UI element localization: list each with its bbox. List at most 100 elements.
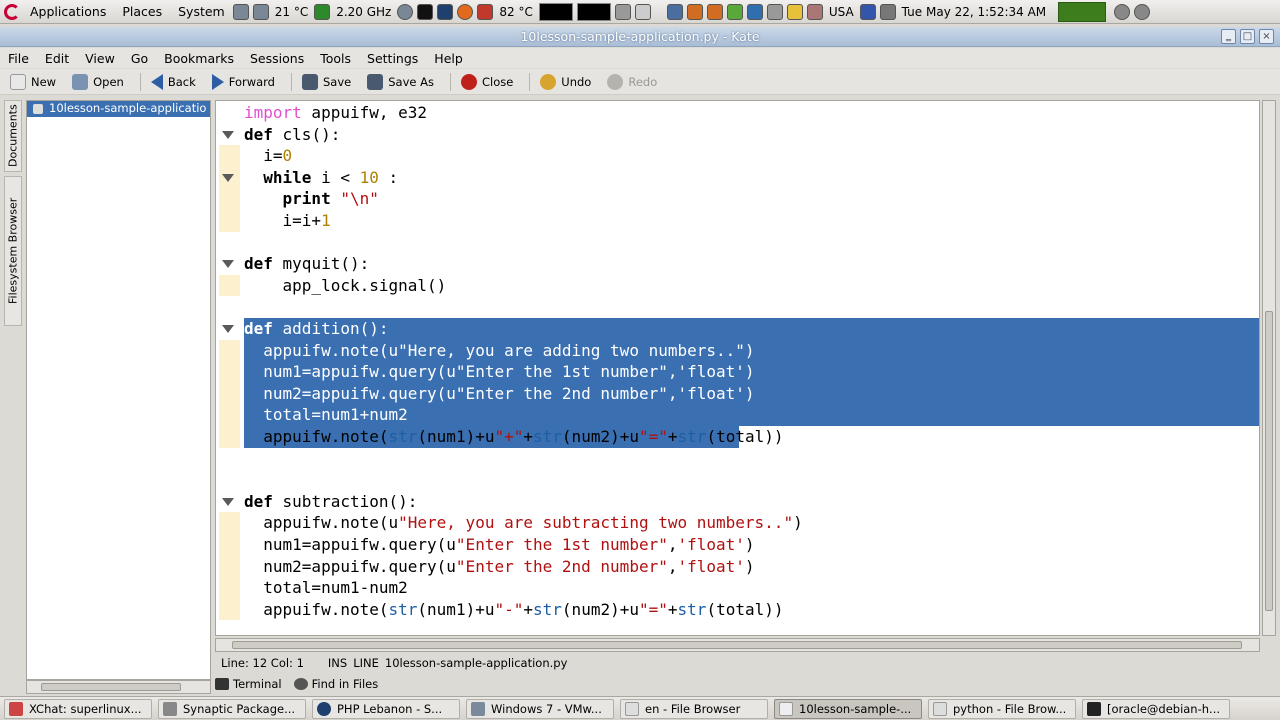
code-line[interactable]: def cls(): — [244, 124, 340, 146]
pdf-icon[interactable] — [477, 3, 494, 20]
tools-icon[interactable] — [686, 3, 703, 20]
window-titlebar[interactable]: 10lesson-sample-application.py - Kate ‗ … — [0, 27, 1280, 47]
task-file-browser-en[interactable]: en - File Browser — [620, 698, 768, 719]
settings-icon[interactable] — [1114, 3, 1131, 20]
menu-tools[interactable]: Tools — [312, 51, 359, 66]
editor-horizontal-scrollbar[interactable] — [215, 638, 1260, 652]
code-line[interactable]: appuifw.note(str(num1)+u"-"+str(num2)+u"… — [244, 599, 783, 621]
code-line[interactable]: num1=appuifw.query(u"Enter the 1st numbe… — [244, 534, 754, 556]
save-as-button[interactable]: Save As — [367, 73, 434, 90]
tab-terminal[interactable]: Terminal — [215, 677, 282, 691]
menu-file[interactable]: File — [0, 51, 37, 66]
display-icon[interactable] — [766, 3, 783, 20]
tab-find-in-files[interactable]: Find in Files — [293, 677, 378, 691]
edit-icon[interactable] — [634, 3, 651, 20]
menu-bookmarks[interactable]: Bookmarks — [156, 51, 242, 66]
task-kate[interactable]: 10lesson-sample-... — [774, 698, 922, 719]
code-line[interactable]: i=0 — [244, 145, 292, 167]
code-line[interactable]: appuifw.note(str(num1)+u"+"+str(num2)+u"… — [244, 426, 783, 448]
selection-mode[interactable]: LINE — [353, 656, 379, 670]
volume-icon[interactable] — [614, 3, 631, 20]
insert-mode[interactable]: INS — [328, 656, 347, 670]
fold-toggle-icon[interactable] — [222, 260, 234, 269]
task-vmware[interactable]: Windows 7 - VMw... — [466, 698, 614, 719]
editor-vertical-scrollbar[interactable] — [1262, 100, 1276, 636]
browser-icon[interactable] — [437, 3, 454, 20]
bluetooth-icon[interactable] — [859, 3, 876, 20]
debian-logo-icon[interactable] — [4, 3, 20, 20]
menu-sessions[interactable]: Sessions — [242, 51, 312, 66]
update-icon[interactable] — [726, 3, 743, 20]
notes-icon[interactable] — [786, 3, 803, 20]
fold-toggle-icon[interactable] — [222, 325, 234, 333]
task-synaptic[interactable]: Synaptic Package... — [158, 698, 306, 719]
minimize-button[interactable]: ‗ — [1221, 29, 1236, 44]
document-list-scrollbar[interactable] — [26, 680, 211, 694]
document-item[interactable]: 10lesson-sample-applicatio — [27, 101, 210, 117]
applications-menu[interactable]: Applications — [20, 0, 112, 24]
forward-button[interactable]: Forward — [211, 73, 275, 90]
places-menu[interactable]: Places — [112, 0, 168, 24]
system-menu[interactable]: System — [168, 0, 231, 24]
menu-go[interactable]: Go — [123, 51, 156, 66]
scrollbar-thumb[interactable] — [41, 683, 181, 691]
menu-settings[interactable]: Settings — [359, 51, 426, 66]
code-line[interactable]: i=i+1 — [244, 210, 331, 232]
keyboard-layout[interactable]: USA — [829, 5, 854, 19]
fold-toggle-icon[interactable] — [222, 173, 234, 182]
kate-icon — [779, 701, 793, 716]
save-button[interactable]: Save — [301, 73, 351, 90]
code-line[interactable]: def subtraction(): — [244, 491, 417, 513]
terminal-icon — [215, 678, 229, 690]
code-line[interactable]: total=num1-num2 — [244, 577, 408, 599]
window-icon[interactable] — [666, 3, 683, 20]
globe-icon[interactable] — [397, 3, 414, 20]
task-file-browser-python[interactable]: python - File Brow... — [928, 698, 1076, 719]
code-line[interactable]: total=num1+num2 — [244, 404, 408, 426]
code-line[interactable]: import appuifw, e32 — [244, 102, 427, 124]
alarm-icon[interactable] — [806, 3, 823, 20]
code-line[interactable]: while i < 10 : — [244, 167, 398, 189]
workspace-switcher[interactable] — [1058, 1, 1107, 22]
menu-help[interactable]: Help — [426, 51, 471, 66]
menu-view[interactable]: View — [77, 51, 123, 66]
tools2-icon[interactable] — [706, 3, 723, 20]
task-php-lebanon[interactable]: PHP Lebanon - S... — [312, 698, 460, 719]
code-line[interactable]: num2=appuifw.query(u"Enter the 2nd numbe… — [244, 556, 754, 578]
code-line[interactable]: def addition(): — [244, 318, 389, 340]
network-icon[interactable] — [232, 3, 249, 20]
open-button[interactable]: Open — [72, 73, 124, 90]
code-line[interactable]: appuifw.note(u"Here, you are subtracting… — [244, 512, 802, 534]
scrollbar-thumb[interactable] — [232, 641, 1242, 649]
tab-documents[interactable]: Documents — [4, 100, 22, 172]
redo-button[interactable]: Redo — [607, 73, 657, 90]
menu-edit[interactable]: Edit — [37, 51, 77, 66]
cpu-freq-icon[interactable] — [314, 3, 331, 20]
firefox-icon[interactable] — [457, 3, 474, 20]
close-button[interactable]: Close — [460, 73, 513, 90]
task-terminal[interactable]: [oracle@debian-h... — [1082, 698, 1230, 719]
maximize-button[interactable]: □ — [1240, 29, 1255, 44]
clock[interactable]: Tue May 22, 1:52:34 AM — [902, 5, 1046, 19]
fold-toggle-icon[interactable] — [222, 130, 234, 139]
shutdown-icon[interactable] — [1134, 3, 1151, 20]
skype-icon[interactable] — [746, 3, 763, 20]
fold-toggle-icon[interactable] — [222, 497, 234, 506]
code-line[interactable]: num2=appuifw.query(u"Enter the 2nd numbe… — [244, 383, 754, 405]
close-window-button[interactable]: × — [1259, 29, 1274, 44]
undo-button[interactable]: Undo — [540, 73, 591, 90]
tab-filesystem-browser[interactable]: Filesystem Browser — [4, 176, 22, 326]
new-button[interactable]: New — [10, 73, 56, 90]
weather-icon[interactable] — [252, 3, 269, 20]
task-xchat[interactable]: XChat: superlinux... — [4, 698, 152, 719]
code-line[interactable]: def myquit(): — [244, 253, 369, 275]
code-line[interactable]: print "\n" — [244, 188, 379, 210]
code-editor[interactable]: import appuifw, e32 def cls(): i=0 while … — [215, 100, 1260, 636]
code-line[interactable]: appuifw.note(u"Here, you are adding two … — [244, 340, 754, 362]
back-button[interactable]: Back — [150, 73, 196, 90]
power-icon[interactable] — [879, 3, 896, 20]
code-line[interactable]: app_lock.signal() — [244, 275, 447, 297]
code-line[interactable]: num1=appuifw.query(u"Enter the 1st numbe… — [244, 361, 754, 383]
scrollbar-thumb[interactable] — [1265, 311, 1273, 611]
terminal-icon[interactable] — [417, 3, 434, 20]
